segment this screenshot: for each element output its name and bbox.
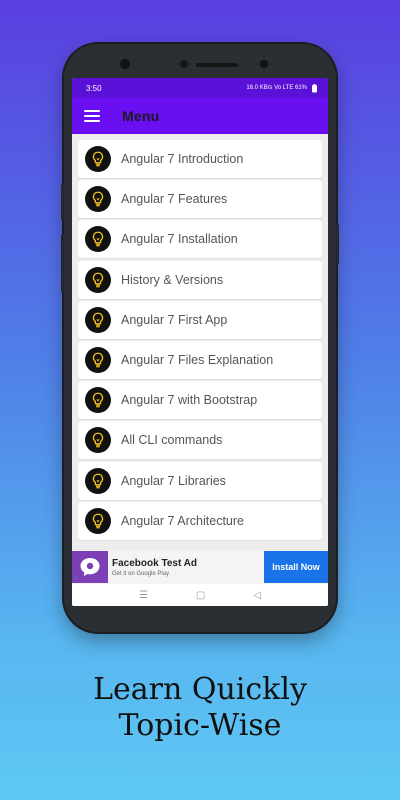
sensor-dot bbox=[180, 60, 188, 68]
hamburger-icon[interactable] bbox=[84, 110, 100, 122]
recents-icon[interactable]: ☰ bbox=[139, 590, 148, 601]
ad-banner[interactable]: ▷ Facebook Test Ad Get it on Google Play… bbox=[72, 550, 328, 584]
adchoices-icon[interactable]: ▷ bbox=[74, 574, 79, 581]
lightbulb-icon bbox=[85, 146, 111, 172]
list-item-label: Angular 7 Libraries bbox=[121, 473, 226, 488]
list-item-label: Angular 7 Features bbox=[121, 192, 228, 207]
lightbulb-icon bbox=[85, 186, 111, 213]
list-item-label: Angular 7 Introduction bbox=[121, 152, 244, 166]
list-item-label: All CLI commands bbox=[121, 433, 223, 448]
list-item-topic[interactable]: Angular 7 Libraries bbox=[78, 461, 322, 500]
list-item-topic[interactable]: History & Versions bbox=[78, 260, 322, 299]
status-time: 3:50 bbox=[86, 83, 102, 93]
phone-screen: 3:50 16.0 KB/s Vo LTE 61% Menu Angular 7… bbox=[72, 78, 328, 606]
list-item-topic[interactable]: Angular 7 Features bbox=[78, 180, 322, 219]
tagline-line-1: Learn Quickly bbox=[93, 672, 307, 707]
list-item-topic[interactable]: Angular 7 Installation bbox=[78, 220, 322, 259]
lightbulb-icon bbox=[85, 306, 111, 333]
lightbulb-icon bbox=[85, 346, 111, 373]
list-item-label: Angular 7 Files Explanation bbox=[121, 352, 274, 367]
topic-list[interactable]: Angular 7 Introduction Angular 7 Feature… bbox=[72, 134, 328, 550]
ad-subtitle: Get it on Google Play bbox=[112, 570, 170, 577]
status-network-info: 16.0 KB/s Vo LTE 61% bbox=[246, 85, 307, 91]
list-item-topic[interactable]: Angular 7 Architecture bbox=[78, 501, 322, 540]
phone-side-button bbox=[61, 184, 64, 220]
app-bar: Menu bbox=[72, 98, 328, 134]
ad-title: Facebook Test Ad bbox=[112, 557, 198, 569]
sensor-dot bbox=[260, 60, 268, 68]
lightbulb-icon bbox=[85, 427, 111, 454]
status-icons: 16.0 KB/s Vo LTE 61% bbox=[246, 83, 318, 93]
list-item-topic[interactable]: Angular 7 First App bbox=[78, 300, 322, 339]
lightbulb-icon bbox=[85, 467, 111, 494]
lightbulb-icon bbox=[85, 266, 111, 293]
list-item-topic[interactable]: All CLI commands bbox=[78, 421, 322, 460]
install-now-button[interactable]: Install Now bbox=[264, 551, 328, 583]
app-bar-title: Menu bbox=[122, 108, 160, 124]
lightbulb-icon bbox=[85, 226, 111, 253]
list-item-topic[interactable]: Angular 7 with Bootstrap bbox=[78, 381, 322, 420]
lightbulb-icon bbox=[85, 507, 111, 534]
battery-icon bbox=[312, 83, 317, 92]
ad-app-icon: ▷ bbox=[72, 551, 108, 583]
system-nav-bar: ☰ ▢ ◁ bbox=[72, 584, 328, 606]
list-item-label: Angular 7 First App bbox=[121, 312, 228, 327]
list-item-topic[interactable]: Angular 7 Introduction bbox=[78, 140, 322, 178]
front-camera bbox=[120, 59, 130, 69]
phone-top-bezel bbox=[64, 56, 336, 72]
phone-frame: 3:50 16.0 KB/s Vo LTE 61% Menu Angular 7… bbox=[61, 44, 339, 632]
list-item-topic[interactable]: Angular 7 Files Explanation bbox=[78, 340, 322, 379]
lightbulb-icon bbox=[85, 387, 111, 414]
tagline-line-2: Topic-Wise bbox=[118, 708, 282, 743]
list-item-label: Angular 7 Architecture bbox=[121, 513, 244, 528]
phone-side-button bbox=[61, 234, 64, 292]
phone-power-button bbox=[336, 224, 339, 264]
status-bar: 3:50 16.0 KB/s Vo LTE 61% bbox=[72, 78, 328, 98]
list-item-label: Angular 7 Installation bbox=[121, 232, 238, 247]
list-item-label: History & Versions bbox=[121, 272, 224, 287]
earpiece-speaker bbox=[196, 63, 238, 67]
ad-text: Facebook Test Ad Get it on Google Play bbox=[112, 558, 264, 577]
back-icon[interactable]: ◁ bbox=[253, 590, 261, 601]
promo-tagline: Learn Quickly Topic-Wise bbox=[0, 672, 400, 744]
home-icon[interactable]: ▢ bbox=[196, 590, 205, 601]
list-item-label: Angular 7 with Bootstrap bbox=[121, 393, 258, 408]
